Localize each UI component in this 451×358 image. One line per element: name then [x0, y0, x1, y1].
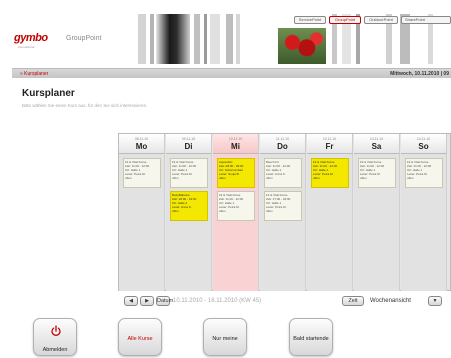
event-status: offen	[313, 176, 320, 180]
day-header-fr: 12.11.10 Fr	[307, 134, 353, 154]
product-name: GroupPoint	[66, 35, 102, 42]
day-header-so: 14.11.10 So	[401, 134, 447, 154]
day-header-do: 11.11.10 Do	[260, 134, 306, 154]
only-mine-label: Nur meine	[212, 336, 238, 342]
day-column-sa: Fit & Vital Kurse Zeit: 11:00 - 12:00 Or…	[354, 154, 400, 291]
week-calendar: 08.11.10 Mo 09.11.10 Di 10.11.10 Mi 11.1…	[118, 133, 451, 291]
time-button-label: Zeit	[348, 298, 358, 304]
course-event[interactable]: BodyBalance Zeit: 18:00 - 19:00 Ort: Hal…	[170, 191, 208, 221]
starting-soon-label: Bald startende	[293, 336, 329, 342]
event-status: offen	[219, 209, 226, 213]
course-event[interactable]: Fit & Vital Kurse Zeit: 17:00 - 18:00 Or…	[264, 191, 302, 221]
banner-stripe	[236, 14, 240, 64]
week-range: 10.11.2010 - 16.11.2010 (KW 45)	[173, 298, 262, 304]
day-header-di: 09.11.10 Di	[166, 134, 212, 154]
breadcrumb-bar: » Kursplaner Mittwoch, 10.11.2010 | 09	[12, 68, 451, 78]
day-header-sa: 13.11.10 Sa	[354, 134, 400, 154]
event-status: offen	[407, 176, 414, 180]
time-button[interactable]: Zeit	[342, 296, 364, 306]
page-title: Kursplaner	[22, 88, 75, 99]
day-name: Mo	[135, 142, 148, 151]
banner-stripe	[138, 14, 146, 64]
header-banner: ServicePoint GroupPoint OutdoorPoint Sha…	[138, 14, 451, 64]
course-event[interactable]: Aquarobic Zeit: 08:00 - 09:00 Ort: Schwi…	[217, 158, 255, 188]
day-date: 13.11.10	[369, 137, 384, 141]
logout-label: Abmelden	[42, 347, 68, 353]
day-date: 10.11.10	[228, 137, 243, 141]
event-status: offen	[219, 176, 226, 180]
banner-photo-flowers	[278, 28, 326, 64]
current-date: Mittwoch, 10.11.2010 | 09	[390, 71, 449, 77]
event-status: offen	[266, 209, 273, 213]
calendar-toolbar: ◀ ▶ Datum 10.11.2010 - 16.11.2010 (KW 45…	[118, 294, 451, 308]
course-event[interactable]: Fit & Vital Kurse Zeit: 11:00 - 12:00 Or…	[405, 158, 443, 188]
day-date: 11.11.10	[275, 137, 290, 141]
date-button-label: Datum	[157, 298, 174, 304]
day-date: 09.11.10	[181, 137, 196, 141]
banner-stripe	[150, 14, 154, 64]
day-name: Do	[277, 142, 288, 151]
day-header-mo: 08.11.10 Mo	[119, 134, 165, 154]
top-tab-outdoorpoint[interactable]: OutdoorPoint	[364, 16, 398, 24]
day-column-di: Fit & Vital Kurse Zeit: 11:00 - 12:00 Or…	[166, 154, 212, 291]
banner-photo-fitness	[156, 14, 190, 64]
all-courses-button[interactable]: Alle Kurse	[118, 318, 162, 356]
view-mode-label: Wochenansicht	[370, 298, 411, 304]
event-status: offen	[360, 176, 367, 180]
date-picker-button[interactable]: Datum	[156, 296, 174, 306]
view-dropdown-button[interactable]: ▼	[428, 296, 442, 306]
logo-subtext: international	[18, 45, 35, 49]
event-status: offen	[266, 176, 273, 180]
course-event[interactable]: Fit & Vital Kurse Zeit: 11:00 - 12:00 Or…	[217, 191, 255, 221]
day-name: Mi	[231, 142, 240, 151]
day-date: 08.11.10	[134, 137, 149, 141]
day-header-mi: 10.11.10 Mi	[213, 134, 259, 154]
breadcrumb[interactable]: » Kursplaner	[20, 71, 48, 77]
app-header: gymbo international GroupPoint ServicePo…	[0, 0, 451, 64]
day-name: Di	[184, 142, 193, 151]
banner-stripe	[226, 14, 233, 64]
event-status: offen	[125, 176, 132, 180]
logout-button[interactable]: Abmelden	[33, 318, 77, 356]
next-week-button[interactable]: ▶	[140, 296, 154, 306]
day-name: Sa	[371, 142, 382, 151]
day-column-fr: Fit & Vital Kurse Zeit: 11:00 - 12:00 Or…	[307, 154, 353, 291]
event-status: offen	[172, 209, 179, 213]
event-status: offen	[172, 176, 179, 180]
course-event[interactable]: Fit & Vital Kurse Zeit: 11:00 - 12:00 Or…	[170, 158, 208, 188]
course-event[interactable]: Fit & Vital Kurse Zeit: 11:00 - 12:00 Or…	[311, 158, 349, 188]
top-tab-sharepoint[interactable]: SharePoint	[401, 16, 451, 24]
course-event[interactable]: Fit & Vital Kurse Zeit: 11:00 - 12:00 Or…	[123, 158, 161, 188]
page-hint: Bitte wählen Sie einen Kurs aus, für den…	[22, 103, 148, 108]
prev-week-button[interactable]: ◀	[124, 296, 138, 306]
course-event[interactable]: Fit & Vital Kurse Zeit: 11:00 - 12:00 Or…	[358, 158, 396, 188]
day-date: 12.11.10	[322, 137, 337, 141]
day-date: 14.11.10	[416, 137, 431, 141]
all-courses-label: Alle Kurse	[127, 336, 153, 342]
day-name: So	[418, 142, 429, 151]
day-column-do: Bauch Fit Zeit: 11:00 - 12:00 Ort: Halle…	[260, 154, 306, 291]
top-tab-grouppoint[interactable]: GroupPoint	[329, 16, 361, 24]
starting-soon-button[interactable]: Bald startende	[289, 318, 333, 356]
day-column-mi: Aquarobic Zeit: 08:00 - 09:00 Ort: Schwi…	[213, 154, 259, 291]
power-icon	[51, 325, 61, 336]
only-mine-button[interactable]: Nur meine	[203, 318, 247, 356]
brand-logo: gymbo international	[14, 32, 60, 49]
top-tab-servicepoint[interactable]: ServicePoint	[294, 16, 326, 24]
banner-stripe	[210, 14, 220, 64]
logo-text: gymbo	[14, 32, 48, 44]
course-event[interactable]: Bauch Fit Zeit: 11:00 - 12:00 Ort: Halle…	[264, 158, 302, 188]
day-column-so: Fit & Vital Kurse Zeit: 11:00 - 12:00 Or…	[401, 154, 447, 291]
day-name: Fr	[325, 142, 334, 151]
day-column-mo: Fit & Vital Kurse Zeit: 11:00 - 12:00 Or…	[119, 154, 165, 291]
banner-stripe	[194, 14, 200, 64]
banner-stripe	[204, 14, 207, 64]
